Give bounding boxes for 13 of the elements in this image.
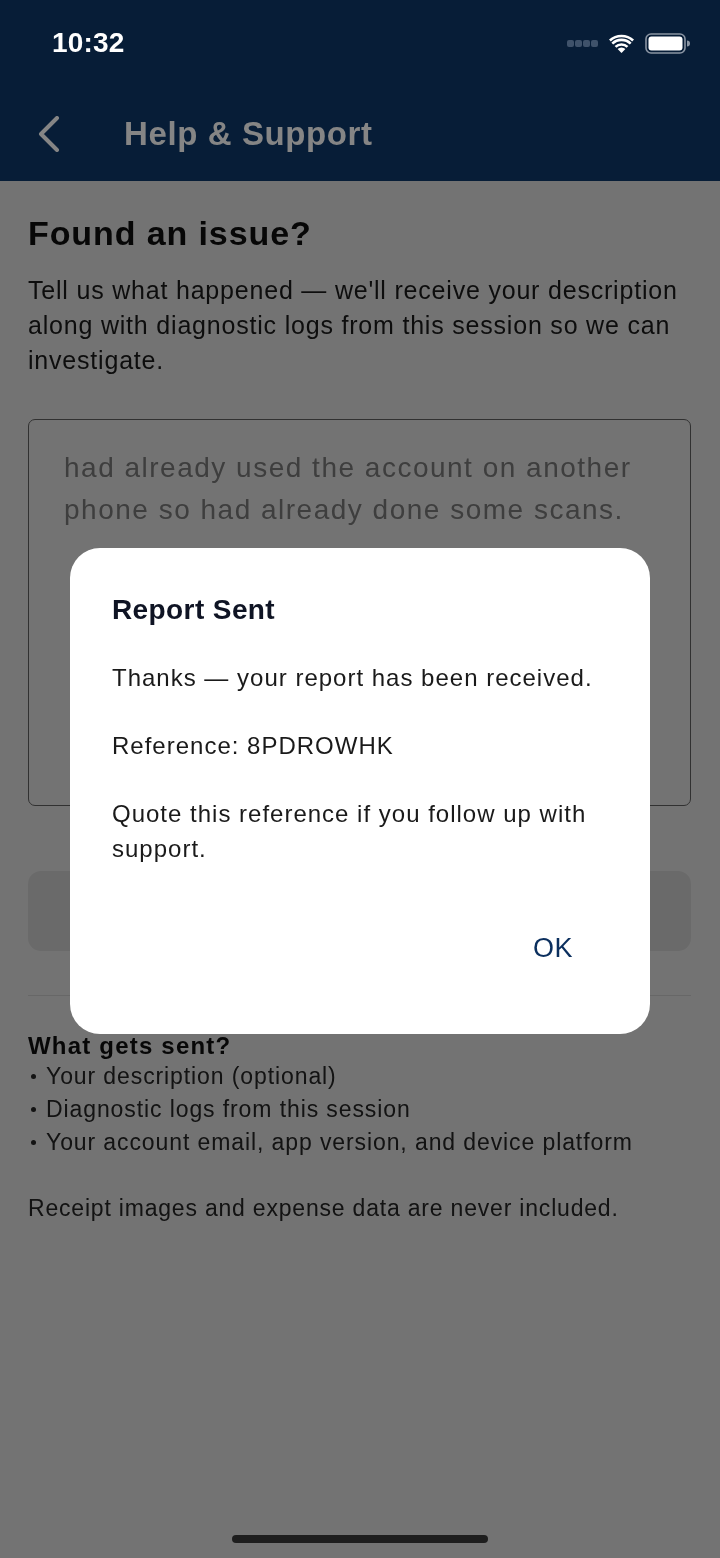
page-heading: Found an issue? — [28, 213, 313, 253]
info-heading: What gets sent? — [28, 1032, 233, 1060]
info-item: Your description (optional) — [46, 1063, 337, 1090]
intro-text: Tell us what happened — we'll receive your description along with diagnostic logs from this session so we can investigate. — [28, 275, 679, 376]
dialog-message: Reference: 8PDROWHK — [112, 731, 395, 761]
status-time: 10:32 — [52, 27, 125, 59]
dialog-message: Thanks — your report has been received. — [112, 663, 594, 693]
dialog-title: Report Sent — [112, 593, 277, 627]
info-note: Receipt images and expense data are never included. — [28, 1194, 620, 1223]
info-item: Diagnostic logs from this session — [46, 1096, 411, 1123]
screen-title: Help & Support — [124, 114, 373, 153]
dialog-message: Quote this reference if you follow up with support. — [112, 799, 588, 864]
info-item: Your account email, app version, and device platform — [46, 1129, 633, 1156]
